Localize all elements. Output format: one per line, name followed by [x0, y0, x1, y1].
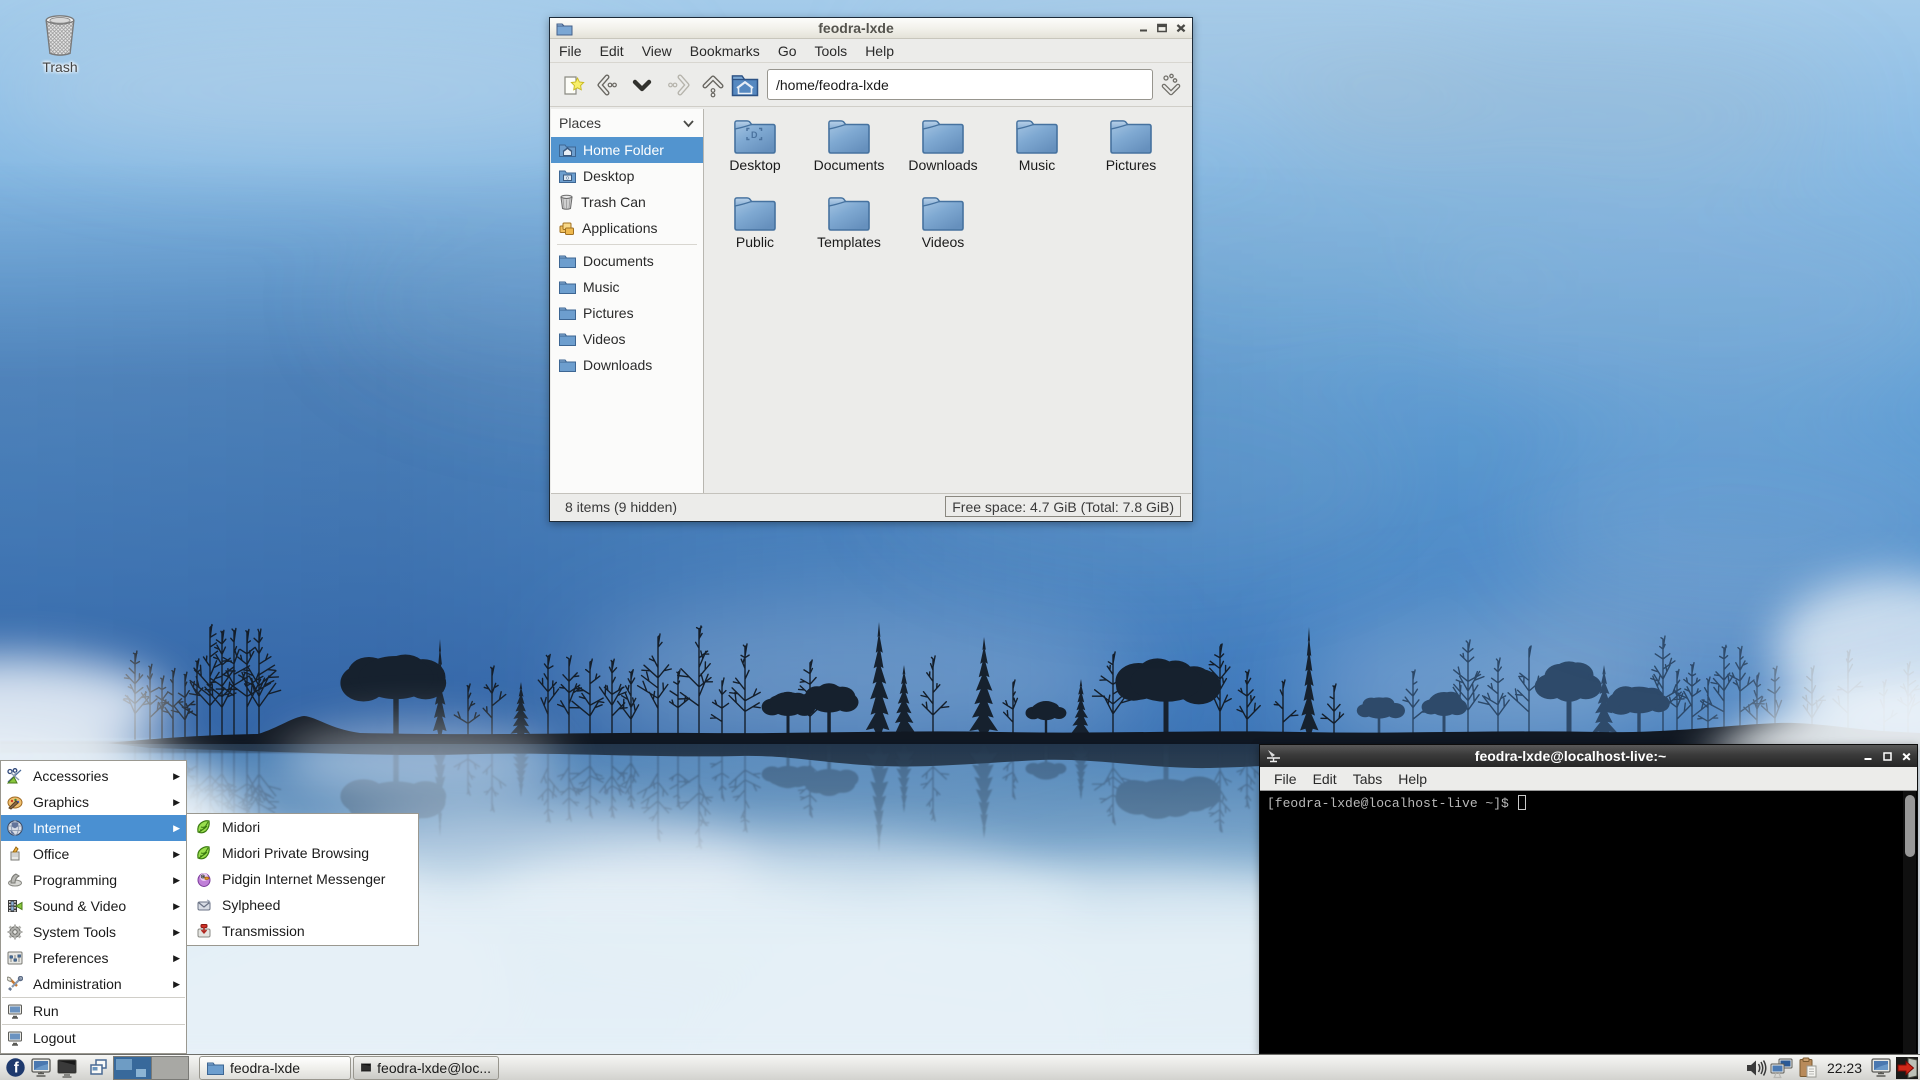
svg-text:D: D — [751, 130, 758, 140]
svg-text:o: o — [566, 176, 569, 182]
